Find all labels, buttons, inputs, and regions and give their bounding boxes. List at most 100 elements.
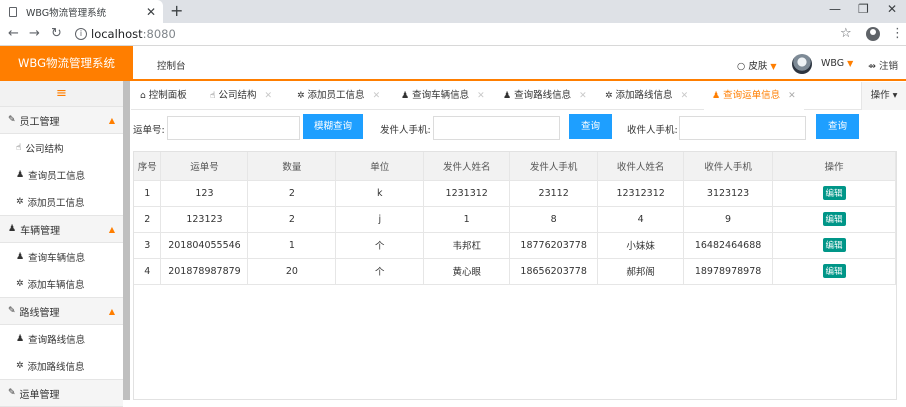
caret-down-icon: ▾ xyxy=(892,90,898,101)
user-icon: ♟ xyxy=(16,333,25,344)
skin-menu[interactable]: ○ 皮肤 ▼ xyxy=(737,58,776,72)
table-cell: 1231312 xyxy=(423,180,511,207)
close-icon: ✕ xyxy=(788,91,796,101)
console-link[interactable]: 控制台 xyxy=(157,58,186,72)
receiver-phone-input[interactable] xyxy=(679,116,806,140)
logout-icon: ⇴ xyxy=(868,61,876,72)
column-header: 收件人姓名 xyxy=(597,152,685,181)
close-tab-icon[interactable]: ✕ xyxy=(146,5,156,19)
table-cell: 20 xyxy=(247,258,337,285)
gear-icon: ✲ xyxy=(297,91,305,101)
table-cell: 韦邦杠 xyxy=(423,232,511,259)
address-input[interactable]: localhost:8080 xyxy=(91,27,176,41)
info-icon[interactable]: i xyxy=(75,28,87,40)
sidebar-item-query-route[interactable]: ♟ 查询路线信息 xyxy=(0,325,123,352)
sidebar-group-routes[interactable]: ✎ 路线管理 ▲ xyxy=(0,297,123,325)
column-header: 运单号 xyxy=(160,152,249,181)
tab-query-route[interactable]: ♟ 查询路线信息 ✕ xyxy=(503,82,587,110)
table-cell: 8 xyxy=(509,206,599,233)
table-cell: 2 xyxy=(134,206,162,233)
account-icon[interactable] xyxy=(866,27,880,41)
edit-button[interactable]: 编辑 xyxy=(822,212,846,226)
chevron-up-icon: ▲ xyxy=(108,224,115,234)
gear-icon: ✲ xyxy=(16,196,24,207)
thumb-icon: ☝ xyxy=(210,91,216,101)
sidebar-group-waybills[interactable]: ✎ 运单管理 xyxy=(0,379,123,407)
sidebar-item-add-route[interactable]: ✲ 添加路线信息 xyxy=(0,352,123,379)
forward-button[interactable]: → xyxy=(29,26,40,41)
table-cell: 3123123 xyxy=(683,180,774,207)
gear-icon: ✲ xyxy=(16,278,24,289)
tab-query-vehicle[interactable]: ♟ 查询车辆信息 ✕ xyxy=(401,82,485,110)
tab-dashboard[interactable]: ⌂ 控制面板 xyxy=(140,82,187,110)
sidebar-item-company-structure[interactable]: ☝ 公司结构 xyxy=(0,134,123,161)
avatar[interactable] xyxy=(792,54,812,74)
address-bar-row: ← → ↻ i localhost:8080 ☆ ⋮ xyxy=(0,23,906,46)
edit-button[interactable]: 编辑 xyxy=(822,238,846,252)
waybill-input[interactable] xyxy=(167,116,300,140)
tab-add-employee[interactable]: ✲ 添加员工信息 ✕ xyxy=(297,82,380,110)
table-cell: 2 xyxy=(247,180,337,207)
bookmark-star-icon[interactable]: ☆ xyxy=(840,26,852,41)
close-icon: ✕ xyxy=(680,91,689,101)
document-icon xyxy=(9,6,17,17)
logout-link[interactable]: ⇴ 注销 xyxy=(868,58,898,72)
table-cell: 编辑 xyxy=(772,180,896,207)
wrench-icon: ✎ xyxy=(8,115,16,125)
app-header: WBG物流管理系统 控制台 ○ 皮肤 ▼ WBG ▼ ⇴ 注销 xyxy=(0,46,906,81)
edit-button[interactable]: 编辑 xyxy=(822,186,846,200)
back-button[interactable]: ← xyxy=(8,26,19,41)
search-form: 运单号: 模糊查询 发件人手机: 查询 收件人手机: 查询 xyxy=(131,111,901,147)
sidebar-group-employees[interactable]: ✎ 员工管理 ▲ xyxy=(0,106,123,134)
table-cell: 编辑 xyxy=(772,206,896,233)
table-cell: 1 xyxy=(423,206,511,233)
column-header: 序号 xyxy=(134,152,162,181)
user-icon: ♟ xyxy=(16,169,25,180)
table-cell: j xyxy=(335,206,425,233)
browser-tab-title: WBG物流管理系统 xyxy=(26,7,107,19)
wrench-icon: ✎ xyxy=(8,306,16,316)
sidebar-toggle[interactable]: ≡ xyxy=(0,81,123,106)
tab-add-route[interactable]: ✲ 添加路线信息 ✕ xyxy=(605,82,688,110)
column-header: 数量 xyxy=(247,152,337,181)
sidebar-group-vehicles[interactable]: ♟ 车辆管理 ▲ xyxy=(0,215,123,243)
waybill-label: 运单号: xyxy=(133,125,165,136)
browser-tab[interactable]: WBG物流管理系统 ✕ xyxy=(0,0,163,23)
reload-button[interactable]: ↻ xyxy=(51,26,62,41)
query-receiver-button[interactable]: 查询 xyxy=(816,114,859,139)
chevron-up-icon: ▲ xyxy=(108,115,115,125)
restore-button[interactable]: ❐ xyxy=(858,2,869,16)
sidebar-item-query-employee[interactable]: ♟ 查询员工信息 xyxy=(0,161,123,188)
user-menu[interactable]: WBG ▼ xyxy=(821,58,853,69)
column-header: 收件人手机 xyxy=(683,152,774,181)
chevron-down-icon: ▼ xyxy=(770,62,777,71)
home-icon: ⌂ xyxy=(140,91,146,101)
column-header: 单位 xyxy=(335,152,425,181)
tab-query-waybill[interactable]: ♟ 查询运单信息 ✕ xyxy=(704,82,804,110)
query-sender-button[interactable]: 查询 xyxy=(569,114,612,139)
new-tab-button[interactable]: + xyxy=(170,1,183,20)
table-cell: 23112 xyxy=(509,180,599,207)
menu-icon[interactable]: ⋮ xyxy=(891,26,904,41)
sender-phone-input[interactable] xyxy=(433,116,560,140)
table-cell: 4 xyxy=(597,206,685,233)
table-cell: 4 xyxy=(134,258,162,285)
tab-company-structure[interactable]: ☝ 公司结构 ✕ xyxy=(210,82,272,110)
column-header: 操作 xyxy=(772,152,896,181)
table-cell: 18776203778 xyxy=(509,232,599,259)
app-logo[interactable]: WBG物流管理系统 xyxy=(0,46,133,81)
table-cell: k xyxy=(335,180,425,207)
table-cell: 黄心眼 xyxy=(423,258,511,285)
sidebar-item-query-vehicle[interactable]: ♟ 查询车辆信息 xyxy=(0,243,123,270)
column-header: 发件人手机 xyxy=(509,152,599,181)
minimize-button[interactable]: — xyxy=(829,2,841,16)
fuzzy-search-button[interactable]: 模糊查询 xyxy=(303,114,363,139)
edit-button[interactable]: 编辑 xyxy=(822,264,846,278)
sidebar-item-add-employee[interactable]: ✲ 添加员工信息 xyxy=(0,188,123,215)
operations-dropdown[interactable]: 操作 ▾ xyxy=(861,82,906,110)
sidebar-item-add-vehicle[interactable]: ✲ 添加车辆信息 xyxy=(0,270,123,297)
table-row: 4 201878987879 20 个 黄心眼 18656203778 郝邦阁 … xyxy=(134,258,896,285)
close-window-button[interactable]: ✕ xyxy=(887,2,897,16)
column-header: 发件人姓名 xyxy=(423,152,511,181)
table-cell: 编辑 xyxy=(772,232,896,259)
